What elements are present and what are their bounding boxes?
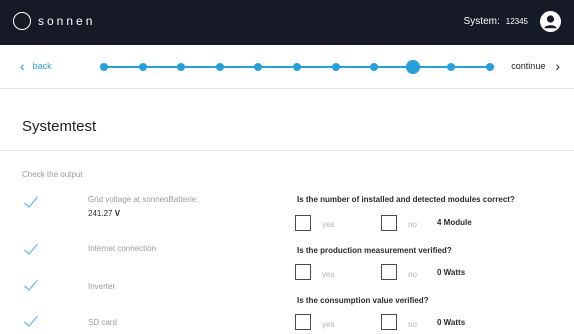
question-modules: Is the number of installed and detected …	[297, 195, 515, 204]
progress-step	[370, 63, 379, 71]
sonnen-logo: sonnen	[13, 12, 95, 30]
question-production: Is the production measurement verified?	[297, 246, 452, 255]
grid-voltage-number: 241.27	[88, 209, 113, 218]
yes-checkbox-consumption[interactable]	[295, 314, 311, 330]
yes-checkbox-production[interactable]	[295, 264, 311, 280]
check-label-grid-voltage: Grid voltage at sonnenBatterie:	[88, 195, 199, 204]
progress-step	[447, 63, 456, 71]
check-icon	[23, 194, 39, 210]
progress-step	[293, 63, 301, 71]
progress-step	[215, 63, 224, 71]
progress-step-current	[405, 60, 420, 74]
modules-value: 4 Module	[437, 218, 472, 227]
step-navigation: ‹ back continue ›	[0, 45, 574, 89]
no-label: no	[408, 270, 417, 279]
progress-step	[100, 63, 108, 71]
divider	[0, 150, 574, 151]
check-label-sd-card: SD card	[88, 318, 117, 327]
no-checkbox-modules[interactable]	[381, 215, 397, 231]
check-icon	[23, 241, 39, 257]
chevron-left-icon: ‹	[20, 58, 25, 74]
production-value: 0 Watts	[437, 268, 466, 277]
user-icon-graphic	[544, 15, 557, 29]
system-number: 12345	[505, 17, 528, 26]
yes-checkbox-modules[interactable]	[295, 215, 311, 231]
progress-step	[177, 63, 186, 71]
user-icon[interactable]	[540, 11, 561, 32]
section-subheading: Check the output	[22, 170, 83, 179]
no-label: no	[408, 220, 417, 229]
check-icon	[23, 277, 39, 293]
chevron-right-icon: ›	[555, 58, 560, 74]
consumption-value: 0 Watts	[437, 318, 466, 327]
back-label: back	[32, 61, 52, 71]
system-info: System: 12345	[464, 16, 528, 27]
yes-label: yes	[322, 270, 335, 279]
back-button[interactable]: ‹ back	[20, 58, 52, 74]
logo-text: sonnen	[38, 14, 96, 28]
no-checkbox-consumption[interactable]	[381, 314, 397, 330]
progress-step	[486, 63, 494, 71]
progress-step	[331, 63, 340, 71]
check-icon	[23, 313, 39, 329]
progress-step	[254, 63, 263, 71]
question-consumption: Is the consumption value verified?	[297, 296, 429, 305]
check-label-inverter: Inverter	[88, 282, 116, 291]
grid-voltage-unit: V	[114, 209, 121, 218]
yes-label: yes	[322, 220, 335, 229]
continue-button[interactable]: continue ›	[511, 58, 560, 74]
grid-voltage-value: 241.27 V	[88, 209, 120, 218]
progress-step	[138, 63, 147, 71]
no-checkbox-production[interactable]	[381, 264, 397, 280]
system-label: System:	[463, 16, 500, 27]
logo-circle-icon	[13, 12, 31, 30]
yes-label: yes	[322, 320, 335, 329]
no-label: no	[408, 320, 417, 329]
page-title: Systemtest	[22, 118, 97, 135]
top-bar: sonnen System: 12345	[0, 0, 574, 45]
continue-label: continue	[511, 61, 546, 71]
check-label-internet: Internet connection	[88, 244, 157, 253]
progress-steps	[100, 59, 494, 75]
